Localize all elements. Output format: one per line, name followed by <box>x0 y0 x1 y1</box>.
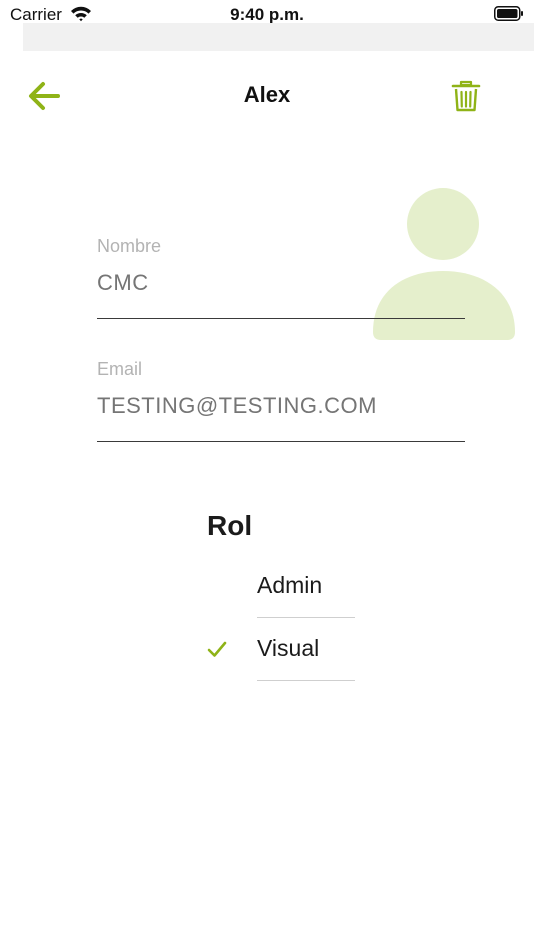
name-underline <box>97 318 465 319</box>
role-option-label: Visual <box>257 635 320 661</box>
battery-icon <box>494 6 523 21</box>
email-label: Email <box>97 359 143 379</box>
role-option-label: Admin <box>257 572 323 598</box>
status-time: 9:40 p.m. <box>230 5 304 24</box>
checkmark-icon <box>207 641 227 657</box>
name-input[interactable] <box>97 270 465 296</box>
role-option-visual[interactable]: Visual <box>200 619 360 681</box>
role-divider <box>257 680 355 681</box>
email-input[interactable] <box>97 393 465 419</box>
role-divider <box>257 617 355 618</box>
delete-button[interactable] <box>449 78 483 114</box>
name-label: Nombre <box>97 236 162 256</box>
role-option-admin[interactable]: Admin <box>200 556 360 618</box>
role-title: Rol <box>207 510 253 541</box>
name-field: Nombre <box>97 236 465 326</box>
email-field: Email <box>97 359 465 449</box>
trash-icon <box>451 80 481 112</box>
email-underline <box>97 441 465 442</box>
header-band <box>23 23 534 51</box>
